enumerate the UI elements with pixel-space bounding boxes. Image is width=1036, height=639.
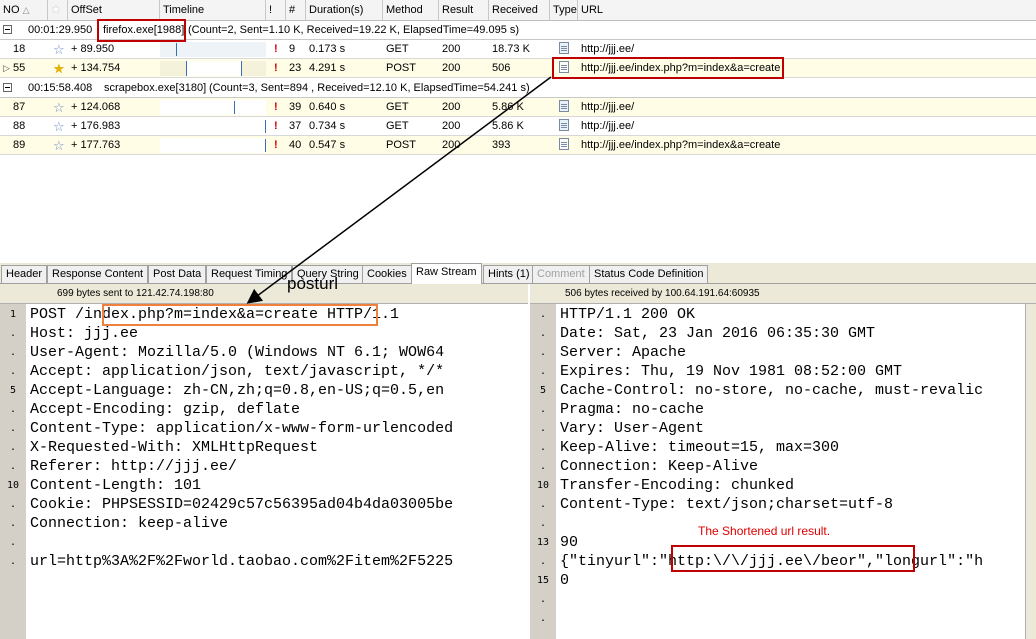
- arrow-line: [246, 76, 552, 304]
- annotation-arrow: [246, 76, 552, 304]
